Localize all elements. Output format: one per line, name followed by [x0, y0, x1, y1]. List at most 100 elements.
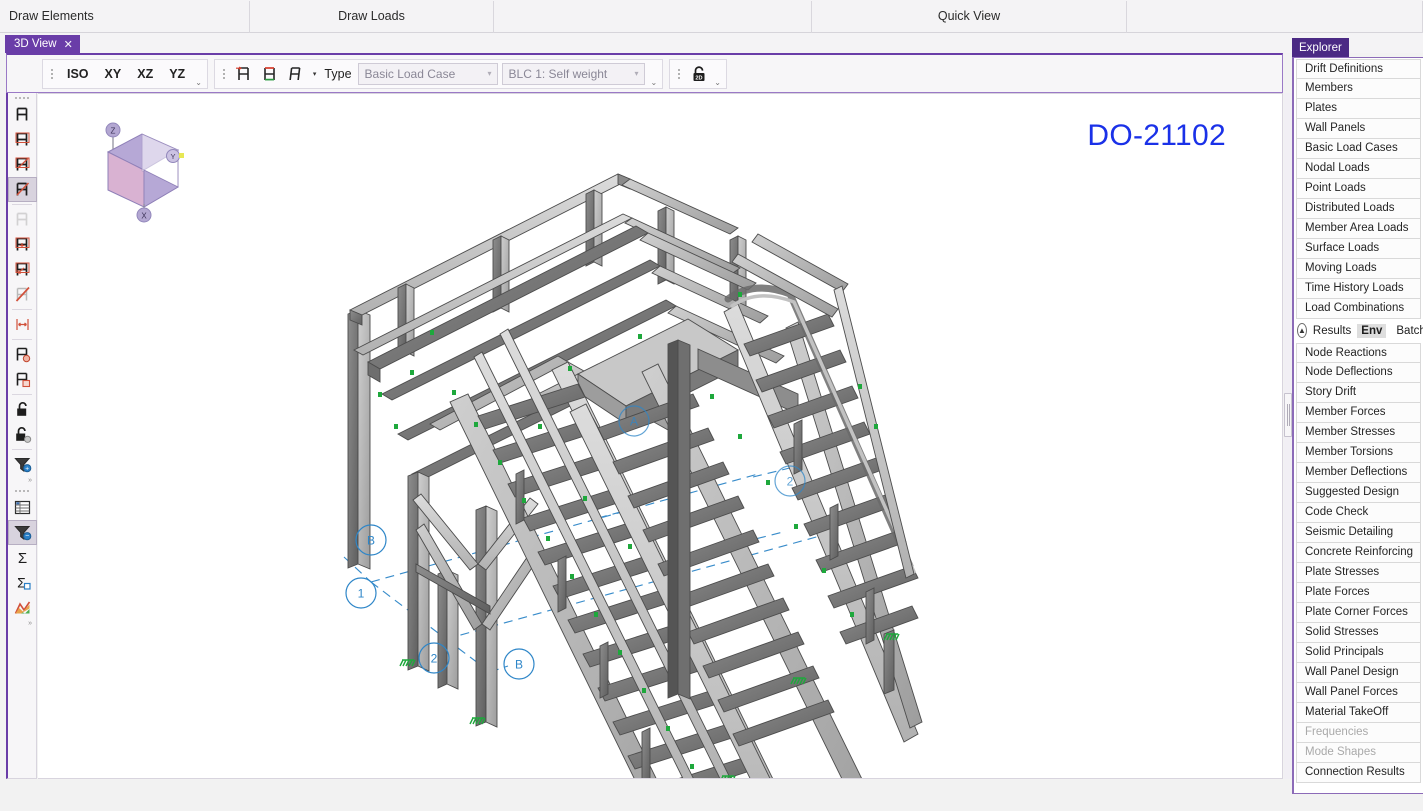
explorer-result-item-material-takeoff[interactable]: Material TakeOff — [1296, 703, 1421, 723]
rail-overflow-icon-2[interactable]: » — [8, 620, 36, 629]
view-yz-button[interactable]: YZ — [161, 62, 193, 86]
view-iso-button[interactable]: ISO — [59, 62, 97, 86]
segment-batch[interactable]: Batch — [1392, 324, 1423, 338]
tab-3d-view[interactable]: 3D View ✕ — [5, 35, 80, 53]
collapse-icon[interactable]: ▲ — [1297, 323, 1307, 338]
explorer-result-item-connection-results[interactable]: Connection Results — [1296, 763, 1421, 783]
spreadsheet-icon[interactable] — [8, 495, 37, 520]
panel-splitter[interactable] — [1284, 93, 1292, 779]
explorer-item-member-area-loads[interactable]: Member Area Loads — [1296, 219, 1421, 239]
ribbon-group-draw-elements[interactable]: Draw Elements — [0, 1, 250, 33]
explorer-item-members[interactable]: Members — [1296, 79, 1421, 99]
explorer-result-item-solid-stresses[interactable]: Solid Stresses — [1296, 623, 1421, 643]
chevron-down-icon: ▾ — [634, 69, 639, 78]
draw-member-icon[interactable] — [8, 102, 37, 127]
explorer-item-moving-loads[interactable]: Moving Loads — [1296, 259, 1421, 279]
explorer-item-drift-definitions[interactable]: Drift Definitions — [1296, 59, 1421, 79]
explorer-item-plates[interactable]: Plates — [1296, 99, 1421, 119]
explorer-item-distributed-loads[interactable]: Distributed Loads — [1296, 199, 1421, 219]
explorer-result-item-member-stresses[interactable]: Member Stresses — [1296, 423, 1421, 443]
explorer-result-item-wall-panel-design[interactable]: Wall Panel Design — [1296, 663, 1421, 683]
member-offset-icon[interactable] — [8, 257, 37, 282]
filter-add-icon[interactable]: + — [8, 452, 37, 477]
load-group-overflow-icon[interactable]: ⌄ — [649, 78, 660, 88]
ribbon-group-label: Draw Elements — [9, 8, 94, 23]
member-draw-red-icon[interactable] — [231, 61, 257, 87]
ribbon-group-label: Draw Loads — [338, 8, 405, 23]
filter-results-icon[interactable]: − — [8, 520, 37, 545]
explorer-result-item-member-forces[interactable]: Member Forces — [1296, 403, 1421, 423]
explorer-model-list: Drift Definitions Members Plates Wall Panel… — [1294, 58, 1423, 319]
view-xy-button[interactable]: XY — [97, 62, 130, 86]
explorer-result-item-solid-principals[interactable]: Solid Principals — [1296, 643, 1421, 663]
explorer-result-item-wall-panel-forces[interactable]: Wall Panel Forces — [1296, 683, 1421, 703]
splitter-handle[interactable] — [1284, 393, 1292, 437]
modify-member-properties-icon[interactable] — [8, 127, 37, 152]
explorer-result-item-suggested-design[interactable]: Suggested Design — [1296, 483, 1421, 503]
explorer-result-item-node-reactions[interactable]: Node Reactions — [1296, 343, 1421, 363]
lock-2d-icon[interactable]: 2D — [686, 61, 712, 87]
explorer-result-item-concrete-reinforcing[interactable]: Concrete Reinforcing — [1296, 543, 1421, 563]
close-icon[interactable]: ✕ — [64, 38, 73, 51]
chevron-down-icon[interactable]: ▾ — [309, 70, 321, 78]
explorer-item-load-combinations[interactable]: Load Combinations — [1296, 299, 1421, 319]
explorer-result-item-seismic-detailing[interactable]: Seismic Detailing — [1296, 523, 1421, 543]
toolbar-grip-icon[interactable] — [48, 64, 56, 84]
member-save-icon[interactable] — [8, 367, 37, 392]
explorer-result-item-plate-forces[interactable]: Plate Forces — [1296, 583, 1421, 603]
rail-overflow-icon[interactable]: » — [8, 477, 36, 486]
svg-text:A: A — [630, 415, 638, 429]
explorer-item-basic-load-cases[interactable]: Basic Load Cases — [1296, 139, 1421, 159]
delete-member-slash-icon[interactable] — [8, 282, 37, 307]
lock-group-overflow-icon[interactable]: ⌄ — [712, 78, 723, 88]
sum-detail-icon[interactable]: Σ — [8, 570, 37, 595]
member-draw-plain-icon[interactable] — [283, 61, 309, 87]
split-member-icon[interactable] — [8, 177, 37, 202]
explorer-item-time-history-loads[interactable]: Time History Loads — [1296, 279, 1421, 299]
member-length-icon[interactable] — [8, 312, 37, 337]
explorer-item-point-loads[interactable]: Point Loads — [1296, 179, 1421, 199]
diagram-icon[interactable] — [8, 595, 37, 620]
explorer-item-wall-panels[interactable]: Wall Panels — [1296, 119, 1421, 139]
explorer-result-item-node-deflections[interactable]: Node Deflections — [1296, 363, 1421, 383]
explorer-item-nodal-loads[interactable]: Nodal Loads — [1296, 159, 1421, 179]
tab-explorer[interactable]: Explorer — [1292, 38, 1349, 57]
view-toolbar: ISO XY XZ YZ ⌄ ▾ Type Basic Load Case ▾ … — [6, 53, 1283, 93]
segment-env[interactable]: Env — [1357, 323, 1387, 338]
load-type-combo[interactable]: Basic Load Case ▾ — [357, 62, 498, 85]
lock-2d-group: 2D ⌄ — [669, 58, 727, 89]
blc-combo-value: BLC 1: Self weight — [508, 66, 608, 81]
explorer-result-item-plate-corner-forces[interactable]: Plate Corner Forces — [1296, 603, 1421, 623]
sum-icon[interactable]: Σ — [8, 545, 37, 570]
rail-separator — [12, 449, 32, 450]
explorer-result-item-plate-stresses[interactable]: Plate Stresses — [1296, 563, 1421, 583]
rail-separator — [12, 204, 32, 205]
unlock-view-icon[interactable] — [8, 422, 37, 447]
member-draw-green-icon[interactable] — [257, 61, 283, 87]
explorer-item-surface-loads[interactable]: Surface Loads — [1296, 239, 1421, 259]
toolbar-grip-icon[interactable] — [220, 64, 228, 84]
3d-viewport[interactable]: DO-21102 Z X Y B 1 2 B A 2 — [38, 93, 1283, 779]
unlock-icon[interactable] — [8, 397, 37, 422]
explorer-result-item-member-torsions[interactable]: Member Torsions — [1296, 443, 1421, 463]
view-group-overflow-icon[interactable]: ⌄ — [193, 78, 204, 88]
blc-combo[interactable]: BLC 1: Self weight ▾ — [501, 62, 645, 85]
member-settings-icon[interactable] — [8, 342, 37, 367]
toolbar-grip-icon[interactable] — [675, 64, 683, 84]
ribbon-group-quick-view[interactable]: Quick View — [812, 1, 1127, 33]
merge-member-icon[interactable] — [8, 232, 37, 257]
load-case-group: ▾ Type Basic Load Case ▾ BLC 1: Self wei… — [213, 58, 664, 89]
ribbon-group-draw-loads[interactable]: Draw Loads — [250, 1, 494, 33]
explorer-result-item-story-drift[interactable]: Story Drift — [1296, 383, 1421, 403]
explorer-result-item-code-check[interactable]: Code Check — [1296, 503, 1421, 523]
grid-bubble-1: 1 — [345, 577, 377, 609]
explorer-result-item-member-deflections[interactable]: Member Deflections — [1296, 463, 1421, 483]
view-xz-button[interactable]: XZ — [129, 62, 161, 86]
modify-member-end-icon[interactable] — [8, 152, 37, 177]
svg-text:+: + — [25, 465, 29, 472]
results-section-title: Results — [1312, 324, 1352, 337]
rail-grip-icon[interactable] — [8, 93, 36, 102]
load-type-combo-value: Basic Load Case — [364, 66, 456, 81]
rail-grip-icon[interactable] — [8, 486, 36, 495]
ribbon-groups: Draw Elements Draw Loads Quick View — [0, 0, 1423, 33]
